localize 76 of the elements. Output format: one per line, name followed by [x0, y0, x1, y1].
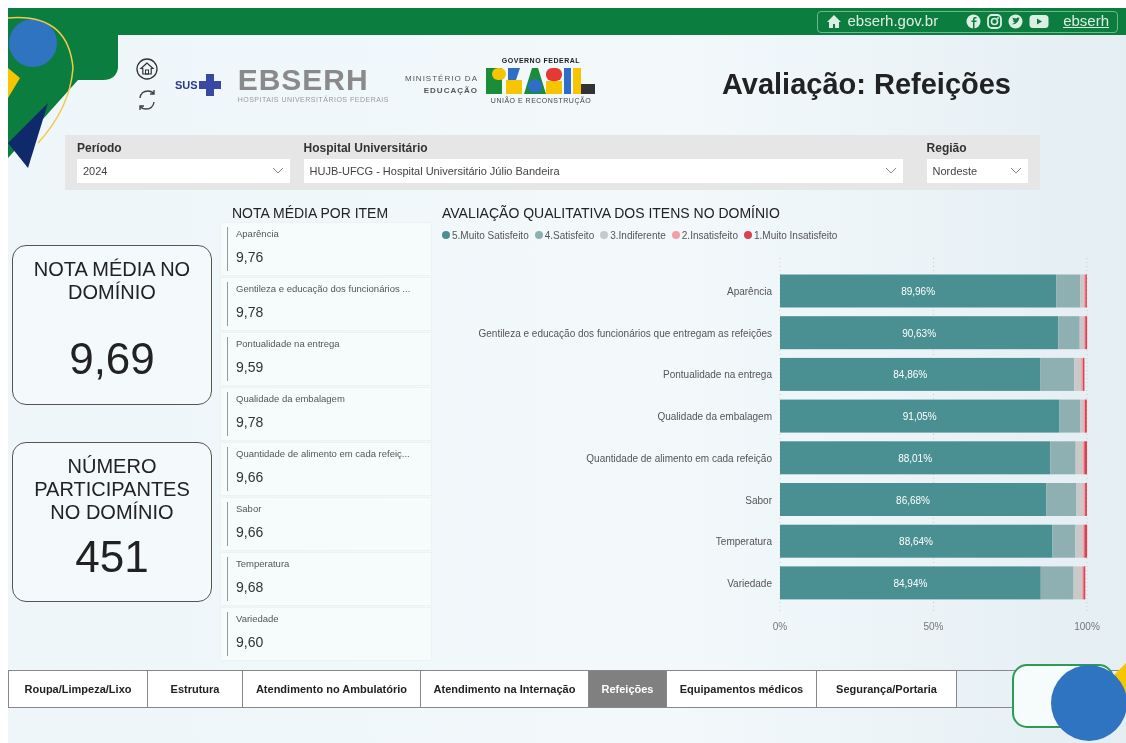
category-label: Aparência [726, 286, 772, 297]
filter-label: Região [926, 140, 968, 157]
tab[interactable]: Segurança/Portaria [817, 671, 957, 707]
tab[interactable]: Roupa/Limpeza/Lixo [8, 671, 148, 707]
item-name: Pontualidade na entrega [236, 337, 341, 351]
section-title: NOTA MÉDIA POR ITEM [231, 204, 390, 222]
legend-label: 4.Satisfeito [544, 228, 595, 243]
item-name: Temperatura [236, 557, 291, 571]
tab[interactable]: Atendimento na Internação [421, 671, 589, 707]
item-name: Qualidade da embalagem [236, 392, 346, 406]
item-score: 9,68 [236, 578, 265, 598]
category-label: Sabor [745, 494, 772, 506]
cross-icon [197, 73, 222, 97]
item-name: Aparência [236, 227, 280, 241]
filter-dropdown[interactable]: HUJB-UFCG - Hospital Universitário Júlio Bandeira [303, 159, 903, 183]
kpi-value: 9,69 [69, 333, 155, 385]
tab[interactable]: Equipamentos médicos [667, 671, 817, 707]
kpi-value: 451 [75, 531, 149, 583]
site-link[interactable]: ebserh.gov.br [847, 10, 939, 33]
axis-tick-label: 0% [772, 621, 788, 632]
filter-dropdown[interactable]: 2024 [77, 159, 290, 183]
data-label: 86,68% [896, 494, 930, 506]
item-score: 9,78 [236, 303, 265, 323]
data-label: 88,01% [898, 452, 933, 464]
item-score: 9,59 [236, 358, 265, 378]
data-label: 84,86% [893, 369, 928, 381]
data-label: 90,63% [902, 327, 937, 339]
tab[interactable]: Estrutura [148, 671, 243, 707]
item-name: Quantidade de alimento em cada refeiç... [236, 447, 411, 461]
sus-label: SUS [175, 77, 198, 93]
legend-label: 3.Indiferente [610, 228, 666, 243]
instagram-icon[interactable] [987, 14, 1003, 29]
bird-icon[interactable] [1008, 14, 1024, 29]
axis-tick-label: 50% [923, 621, 944, 632]
legend-label: 1.Muito Insatisfeito [753, 228, 838, 243]
item-name: Variedade [236, 612, 280, 626]
chevron-down-icon[interactable] [884, 167, 897, 175]
refresh-icon[interactable] [136, 88, 158, 112]
chevron-down-icon[interactable] [1010, 167, 1022, 175]
kpi-label: NOTA MÉDIA NO DOMÍNIO [32, 257, 192, 304]
category-label: Temperatura [715, 536, 772, 548]
category-label: Gentileza e educação dos funcionários que entregam as refeições [478, 327, 772, 339]
facebook-icon[interactable] [966, 14, 982, 29]
item-score: 9,76 [236, 248, 265, 268]
section-title: AVALIAÇÃO QUALITATIVA DOS ITENS NO DOMÍNIO [442, 204, 781, 222]
data-label: 84,94% [893, 577, 928, 589]
item-name: Sabor [236, 502, 263, 516]
item-score: 9,60 [236, 633, 265, 653]
category-label: Qualidade da embalagem [657, 411, 772, 423]
chevron-down-icon[interactable] [271, 167, 284, 175]
kpi-label: NÚMERO PARTICIPANTES NO DOMÍNIO [33, 454, 191, 524]
tab[interactable]: Atendimento no Ambulatório [243, 671, 421, 707]
item-score: 9,66 [236, 523, 265, 543]
axis-tick-label: 100% [1074, 621, 1100, 632]
data-label: 89,96% [901, 286, 936, 297]
legend-label: 5.Muito Satisfeito [452, 228, 529, 243]
ebserh-name: EBSERH [237, 64, 370, 95]
ministry-label: MINISTÉRIO DA [404, 73, 478, 85]
home-icon[interactable] [136, 58, 158, 80]
filter-label: Período [77, 140, 123, 157]
ministry-label: EDUCAÇÃO [423, 85, 478, 97]
tab[interactable]: Refeições [589, 671, 667, 707]
category-label: Variedade [727, 577, 772, 589]
category-label: Pontualidade na entrega [663, 369, 772, 381]
data-label: 88,64% [899, 536, 933, 548]
filter-label: Hospital Universitário [303, 140, 429, 157]
category-label: Quantidade de alimento em cada refeição [586, 452, 772, 464]
play-icon[interactable] [1029, 14, 1050, 29]
item-name: Gentileza e educação dos funcionários ... [236, 282, 412, 296]
filter-dropdown[interactable]: Nordeste [926, 159, 1028, 183]
legend-label: 2.Insatisfeito [681, 228, 738, 243]
social-link[interactable]: ebserh [1063, 10, 1109, 33]
item-score: 9,66 [236, 468, 265, 488]
item-score: 9,78 [236, 413, 265, 433]
page-title: Avaliação: Refeições [721, 67, 1011, 103]
data-label: 91,05% [902, 411, 937, 423]
